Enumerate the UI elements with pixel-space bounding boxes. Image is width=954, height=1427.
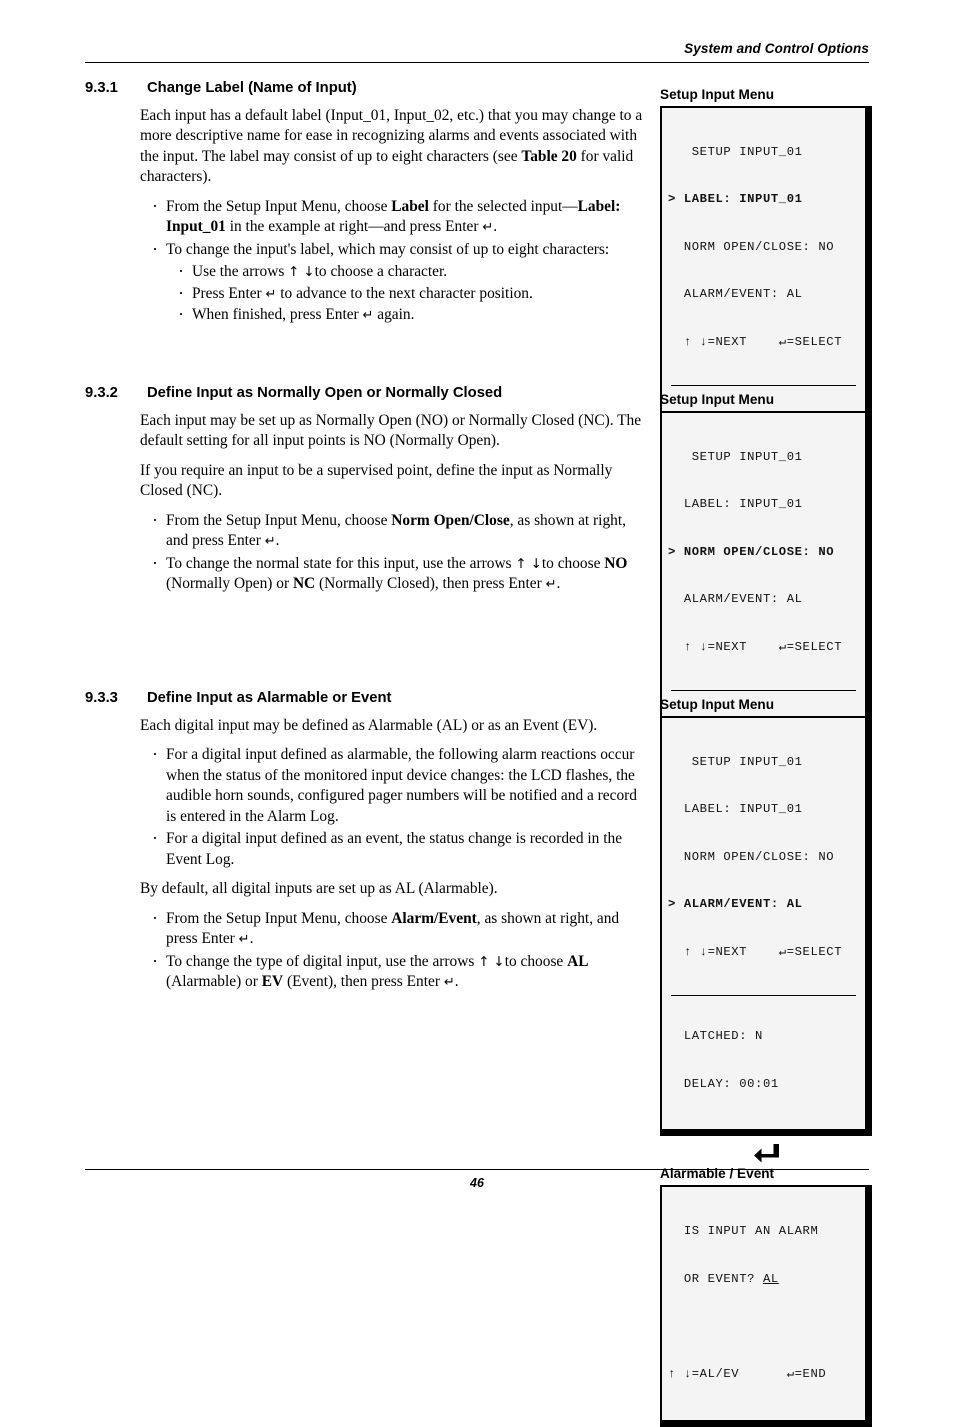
paragraph-9-3-3-b: By default, all digital inputs are set u… [140,880,498,898]
list-item: From the Setup Input Menu, choose Label … [140,196,650,238]
lcd-row: NORM OPEN/CLOSE: NO [668,239,835,254]
lcd-row: ALARM/EVENT: AL [668,592,803,607]
bullet-list-9-3-3-b: From the Setup Input Menu, choose Alarm/… [140,908,650,993]
lcd-row-selected: > LABEL: INPUT_01 [668,192,803,207]
document-page: System and Control Options 9.3.1 Change L… [0,0,954,1427]
header-rule [85,62,869,63]
list-item: Press Enter ↵ to advance to the next cha… [166,283,650,304]
figure-caption-setup-input-menu-3: Setup Input Menu [660,697,775,712]
figure-caption-setup-input-menu-1: Setup Input Menu [660,87,775,102]
bullet-list-9-3-2: From the Setup Input Menu, choose Norm O… [140,510,650,595]
lcd-row: NORM OPEN/CLOSE: NO [668,849,835,864]
list-item: When finished, press Enter ↵ again. [166,304,650,325]
down-arrow-icon: ↓ [493,953,505,970]
lcd-row: DELAY: 00:01 [668,1076,779,1091]
list-item: To change the type of digital input, use… [140,951,650,993]
up-arrow-icon: ↑ [288,264,300,281]
lcd-row: ALARM/EVENT: AL [668,287,803,302]
section-heading-9-3-3: 9.3.3 Define Input as Alarmable or Event [85,690,391,706]
lcd-separator [671,384,856,386]
lcd-row: SETUP INPUT_01 [668,449,803,464]
enter-key-icon: ↵ [265,286,277,302]
sub-bullet-list-9-3-1: Use the arrows ↑ ↓to choose a character.… [166,261,650,325]
lcd-row: LATCHED: N [668,1029,763,1044]
lcd-row: LABEL: INPUT_01 [668,497,803,512]
section-body-9-3-3: Each digital input may be defined as Ala… [140,716,650,995]
lcd-row-softkeys: ↑ ↓=NEXT ↵=SELECT [668,335,843,350]
list-item: To change the normal state for this inpu… [140,553,650,595]
enter-key-icon: ↵ [362,308,374,324]
running-header: System and Control Options [684,41,869,56]
section-number-9-3-2: 9.3.2 [85,385,118,401]
list-item: For a digital input defined as an event,… [140,828,650,870]
section-body-9-3-1: Each input has a default label (Input_01… [140,106,650,328]
paragraph-9-3-3-a: Each digital input may be defined as Ala… [140,717,598,734]
page-number: 46 [470,1176,484,1190]
lcd-row-softkeys: ↑ ↓=NEXT ↵=SELECT [668,945,843,960]
lcd-row-value: OR EVENT? AL [668,1271,779,1286]
lcd-row-selected: > ALARM/EVENT: AL [668,897,803,912]
figure-caption-setup-input-menu-2: Setup Input Menu [660,392,775,407]
section-title-9-3-3: Define Input as Alarmable or Event [147,690,392,706]
list-item: For a digital input defined as alarmable… [140,744,650,827]
lcd-row-selected: > NORM OPEN/CLOSE: NO [668,544,835,559]
lcd-row: SETUP INPUT_01 [668,144,803,159]
down-arrow-icon: ↓ [530,555,542,572]
enter-key-icon: ↵ [482,220,494,236]
up-arrow-icon: ↑ [478,953,490,970]
section-body-9-3-2: Each input may be set up as Normally Ope… [140,411,650,597]
enter-key-icon: ↵ [264,534,276,550]
list-item: From the Setup Input Menu, choose Norm O… [140,510,650,552]
lcd-value-underlined: AL [762,1271,779,1286]
figure-group-alarmable-event: Setup Input Menu SETUP INPUT_01 LABEL: I… [660,697,872,1427]
paragraph-9-3-2-a: Each input may be set up as Normally Ope… [140,412,642,450]
enter-key-icon [660,1139,872,1165]
lcd-row: LABEL: INPUT_01 [668,802,803,817]
enter-key-icon: ↵ [238,932,250,948]
lcd-panel-alarmable-event: IS INPUT AN ALARM OR EVENT? AL ↑ ↓=AL/EV… [660,1185,872,1427]
list-item: To change the input's label, which may c… [140,239,650,326]
lcd-separator [671,994,856,996]
bullet-list-9-3-3-a: For a digital input defined as alarmable… [140,744,650,870]
paragraph-9-3-2-b: If you require an input to be a supervis… [140,461,613,500]
section-title-9-3-1: Change Label (Name of Input) [147,80,357,96]
paragraph-9-3-1-intro: Each input has a default label (Input_01… [140,107,643,186]
up-arrow-icon: ↑ [515,555,527,572]
lcd-separator [671,689,856,691]
section-title-9-3-2: Define Input as Normally Open or Normall… [147,385,503,401]
down-arrow-icon: ↓ [303,264,315,281]
section-number-9-3-3: 9.3.3 [85,690,118,706]
section-heading-9-3-1: 9.3.1 Change Label (Name of Input) [85,80,357,96]
lcd-row: SETUP INPUT_01 [668,754,803,769]
lcd-panel-setup-input-menu-3: SETUP INPUT_01 LABEL: INPUT_01 NORM OPEN… [660,716,872,1137]
lcd-row-softkeys: ↑ ↓=AL/EV ↵=END [668,1366,827,1381]
lcd-row: IS INPUT AN ALARM [668,1224,819,1239]
list-item: Use the arrows ↑ ↓to choose a character. [166,261,650,282]
section-heading-9-3-2: 9.3.2 Define Input as Normally Open or No… [85,385,502,401]
list-item: From the Setup Input Menu, choose Alarm/… [140,908,650,950]
enter-key-icon: ↵ [443,975,455,991]
section-number-9-3-1: 9.3.1 [85,80,118,96]
enter-key-icon: ↵ [545,577,557,593]
bullet-list-9-3-1: From the Setup Input Menu, choose Label … [140,196,650,326]
footer-rule [85,1169,869,1170]
lcd-row-softkeys: ↑ ↓=NEXT ↵=SELECT [668,640,843,655]
lcd-row-blank [662,1319,865,1335]
